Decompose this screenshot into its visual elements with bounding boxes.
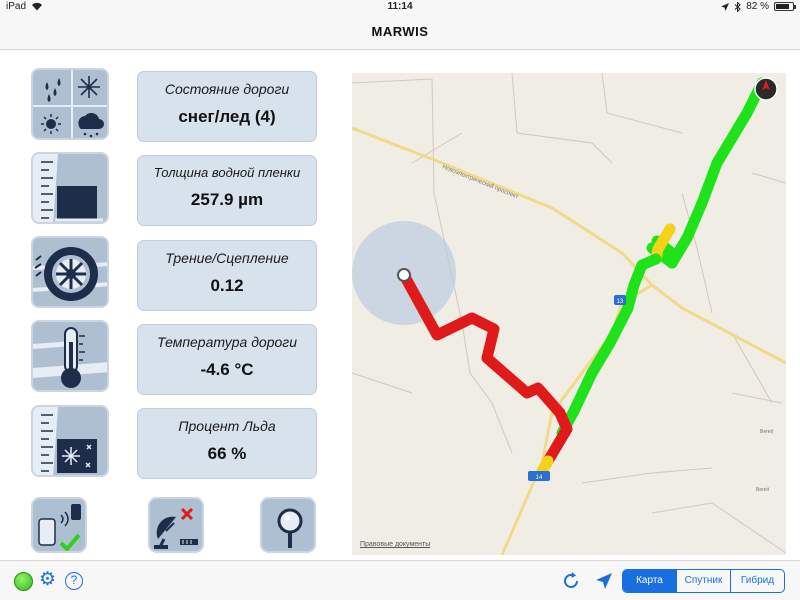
weather-conditions-icon <box>31 68 109 140</box>
friction-card: Трение/Сцепление 0.12 <box>137 240 317 311</box>
refresh-icon <box>564 572 578 588</box>
map-view[interactable]: Новоэлектрический проспект Bereit Bereit… <box>352 73 786 555</box>
page-title: MARWIS <box>371 24 429 39</box>
road-condition-card: Состояние дороги снег/лед (4) <box>137 71 317 142</box>
gear-icon: ⚙ <box>39 569 57 590</box>
road-name-label: Новоэлектрический проспект <box>441 163 519 200</box>
locate-button[interactable] <box>594 571 614 591</box>
device-connected-icon <box>38 504 81 551</box>
location-arrow-icon <box>596 573 612 589</box>
route-sign-14: 14 <box>528 471 550 481</box>
water-film-label: Толщина водной пленки <box>153 165 301 180</box>
bottom-toolbar: ⚙ ? Карта Спутник Гибрид <box>0 560 800 600</box>
friction-value: 0.12 <box>210 276 244 295</box>
svg-text:13: 13 <box>617 299 624 305</box>
route-segment-green-north <box>666 77 768 269</box>
satellite-button[interactable] <box>148 497 204 553</box>
map-mode-hybrid[interactable]: Гибрид <box>730 570 784 592</box>
map-mode-satellite[interactable]: Спутник <box>676 570 730 592</box>
street-label: Bereit <box>760 429 774 435</box>
ice-percentage-value: 66 % <box>207 444 247 463</box>
road-temperature-card: Температура дороги -4.6 °C <box>137 324 317 395</box>
road-temperature-label: Температура дороги <box>157 334 297 350</box>
battery-icon <box>774 2 796 11</box>
route-segment-green-south <box>568 253 662 417</box>
connection-status-indicator <box>14 572 33 591</box>
road-condition-label: Состояние дороги <box>164 81 290 97</box>
battery-fill <box>776 4 790 9</box>
map-canvas[interactable]: Новоэлектрический проспект Bereit Bereit… <box>352 73 786 555</box>
ice-percentage-icon <box>31 405 109 477</box>
route-sign-13: 13 <box>614 295 626 305</box>
friction-label: Трение/Сцепление <box>165 250 289 266</box>
location-arrow-icon <box>721 2 730 11</box>
nav-bar: MARWIS <box>0 14 800 50</box>
map-mode-selector: Карта Спутник Гибрид <box>622 569 785 593</box>
refresh-button[interactable] <box>561 571 581 591</box>
ice-percentage-label: Процент Льда <box>178 418 276 434</box>
probe-button[interactable] <box>260 497 316 553</box>
battery-percentage: 82 % <box>746 1 769 12</box>
map-legal-link[interactable]: Правовые документы <box>360 541 430 548</box>
tire-icon <box>31 236 109 308</box>
ice-percentage-card: Процент Льда 66 % <box>137 408 317 479</box>
map-mode-map[interactable]: Карта <box>623 570 676 592</box>
thermometer-icon <box>31 320 109 392</box>
help-button[interactable]: ? <box>65 572 83 590</box>
settings-button[interactable]: ⚙ <box>39 570 56 590</box>
clock: 11:14 <box>387 1 413 12</box>
bluetooth-icon <box>734 1 741 12</box>
road-condition-value: снег/лед (4) <box>178 107 276 126</box>
water-film-icon <box>31 152 109 224</box>
route-start-marker[interactable] <box>397 268 411 282</box>
device-connection-button[interactable] <box>31 497 87 553</box>
route-segment-yellow-south <box>536 455 554 477</box>
svg-text:14: 14 <box>536 475 543 481</box>
street-label: Bereit <box>756 487 770 493</box>
water-film-value: 257.9 µm <box>190 190 264 209</box>
status-bar: iPad 11:14 82 % <box>0 0 800 14</box>
road-temperature-value: -4.6 °C <box>200 360 254 379</box>
compass-icon[interactable] <box>754 77 778 101</box>
measurement-probe-icon <box>277 508 303 548</box>
satellite-disconnected-icon <box>154 507 198 549</box>
question-icon: ? <box>70 573 78 587</box>
water-film-card: Толщина водной пленки 257.9 µm <box>137 155 317 226</box>
